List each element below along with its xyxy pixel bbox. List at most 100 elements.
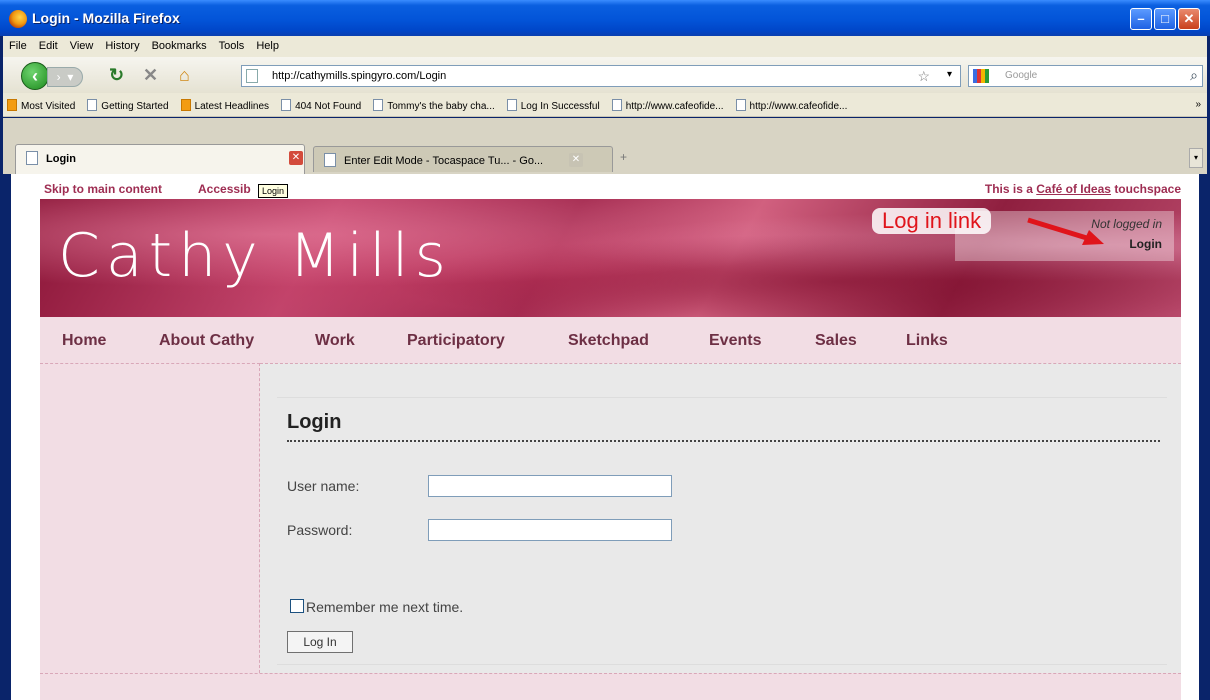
navigation-toolbar: ‹ › ▾ ↻ ✕ ⌂ http://cathymills.spingyro.c… [3, 57, 1207, 93]
maximize-button[interactable]: □ [1154, 8, 1176, 30]
close-button[interactable]: ✕ [1178, 8, 1200, 30]
login-heading: Login [287, 411, 342, 433]
search-box[interactable]: Google ⌕ [968, 65, 1203, 87]
site-nav: Home About Cathy Work Participatory Sket… [40, 317, 1181, 363]
bookmark-cafeofideas-1[interactable]: http://www.cafeofide... [608, 93, 732, 112]
address-url: http://cathymills.spingyro.com/Login [272, 70, 447, 82]
search-icon[interactable]: ⌕ [1190, 67, 1198, 84]
bookmark-cafeofideas-2[interactable]: http://www.cafeofide... [732, 93, 856, 112]
username-label: User name: [287, 478, 360, 494]
bookmark-label: 404 Not Found [295, 101, 362, 112]
skip-link[interactable]: Skip to main content [44, 182, 162, 196]
close-tab-icon[interactable]: ✕ [569, 153, 583, 167]
page-content: Skip to main content Accessib Login This… [11, 174, 1199, 700]
remember-me-checkbox[interactable] [290, 599, 304, 613]
menu-bar: File Edit View History Bookmarks Tools Help [3, 36, 1207, 57]
divider [277, 664, 1167, 665]
back-button[interactable]: ‹ [21, 62, 49, 90]
menu-file[interactable]: File [3, 36, 33, 52]
annotation-arrow [1027, 217, 1104, 245]
login-panel: Login User name: Password: Remember me n… [260, 363, 1181, 673]
reload-icon[interactable]: ↻ [109, 65, 124, 86]
page-icon [324, 153, 336, 167]
bookmark-label: Log In Successful [520, 101, 600, 112]
page-icon [373, 99, 384, 111]
rss-icon [180, 99, 191, 111]
tab-login[interactable]: Login ✕ [15, 144, 305, 174]
page-icon [26, 151, 38, 165]
bookmark-most-visited[interactable]: Most Visited [3, 93, 83, 112]
home-icon[interactable]: ⌂ [179, 65, 190, 86]
site-banner: Cathy Mills Not logged in Login Log in l… [40, 199, 1181, 317]
cafe-prefix: This is a [984, 182, 1033, 196]
password-input[interactable] [428, 519, 672, 541]
nav-participatory[interactable]: Participatory [407, 332, 505, 350]
menu-help[interactable]: Help [250, 36, 285, 52]
bookmark-label: http://www.cafeofide... [625, 101, 724, 112]
bookmark-star-icon[interactable]: ☆ [917, 68, 930, 85]
bookmark-getting-started[interactable]: Getting Started [83, 93, 176, 112]
new-tab-icon[interactable]: + [620, 150, 627, 164]
nav-sales[interactable]: Sales [815, 332, 857, 350]
nav-home[interactable]: Home [62, 332, 106, 350]
tab-edit-mode[interactable]: Enter Edit Mode - Tocaspace Tu... - Go..… [313, 146, 613, 172]
login-button[interactable]: Log In [287, 631, 353, 653]
title-bar[interactable]: Login - Mozilla Firefox – □ ✕ [0, 0, 1210, 36]
nav-sketchpad[interactable]: Sketchpad [568, 332, 649, 350]
accessibility-link[interactable]: Accessib [198, 182, 251, 196]
forward-button[interactable]: › ▾ [47, 67, 83, 87]
tab-label: Enter Edit Mode - Tocaspace Tu... - Go..… [344, 155, 544, 167]
bookmark-label: Tommy's the baby cha... [387, 101, 495, 112]
nav-about-cathy[interactable]: About Cathy [159, 332, 254, 350]
bookmark-label: Getting Started [101, 101, 169, 112]
tooltip: Login [258, 184, 289, 198]
menu-tools[interactable]: Tools [213, 36, 251, 52]
menu-edit[interactable]: Edit [33, 36, 64, 52]
page-icon [611, 99, 622, 111]
minimize-button[interactable]: – [1130, 8, 1152, 30]
remember-me-label[interactable]: Remember me next time. [306, 599, 463, 615]
close-tab-icon[interactable]: ✕ [289, 151, 303, 165]
nav-links[interactable]: Links [906, 332, 948, 350]
menu-history[interactable]: History [99, 36, 145, 52]
menu-bookmarks[interactable]: Bookmarks [146, 36, 213, 52]
tab-label: Login [46, 153, 76, 165]
firefox-icon [9, 10, 27, 28]
page-icon [87, 99, 98, 111]
google-icon[interactable] [973, 69, 989, 83]
heading-rule [287, 440, 1160, 442]
bookmark-latest-headlines[interactable]: Latest Headlines [177, 93, 278, 112]
bookmark-label: Latest Headlines [194, 101, 270, 112]
chevron-down-icon[interactable]: ▾ [947, 69, 952, 80]
page-icon [735, 99, 746, 111]
annotation-label: Log in link [872, 208, 992, 234]
nav-events[interactable]: Events [709, 332, 761, 350]
page-body: Login User name: Password: Remember me n… [40, 363, 1181, 700]
bookmark-label: Most Visited [21, 101, 76, 112]
page-icon [281, 99, 292, 111]
bookmark-label: http://www.cafeofide... [749, 101, 848, 112]
more-bookmarks-icon[interactable]: » [1195, 99, 1201, 110]
browser-window: Login - Mozilla Firefox – □ ✕ File Edit Vi… [0, 0, 1210, 700]
menu-view[interactable]: View [64, 36, 100, 52]
stop-icon[interactable]: ✕ [143, 65, 158, 86]
divider [277, 397, 1167, 398]
search-placeholder: Google [1005, 70, 1038, 81]
cafe-suffix: touchspace [1114, 182, 1181, 196]
address-bar[interactable]: http://cathymills.spingyro.com/Login ☆ ▾ [241, 65, 961, 87]
cafe-of-ideas-notice: This is a Café of Ideas touchspace [985, 182, 1181, 196]
page-icon [506, 99, 517, 111]
bookmark-404[interactable]: 404 Not Found [277, 93, 369, 112]
rss-icon [7, 99, 17, 111]
tab-bar: Login ✕ Enter Edit Mode - Tocaspace Tu..… [3, 118, 1207, 174]
nav-work[interactable]: Work [315, 332, 355, 350]
bookmarks-toolbar: Most Visited Getting Started Latest Headli… [3, 93, 1207, 117]
cafe-of-ideas-link[interactable]: Café of Ideas [1036, 182, 1111, 196]
bookmark-login-success[interactable]: Log In Successful [503, 93, 608, 112]
username-input[interactable] [428, 475, 672, 497]
tab-list-icon[interactable]: ▾ [1189, 148, 1203, 168]
page-footer [40, 673, 1181, 700]
page-icon [246, 69, 258, 83]
window-title: Login - Mozilla Firefox [32, 10, 180, 26]
bookmark-tommy[interactable]: Tommy's the baby cha... [369, 93, 503, 112]
